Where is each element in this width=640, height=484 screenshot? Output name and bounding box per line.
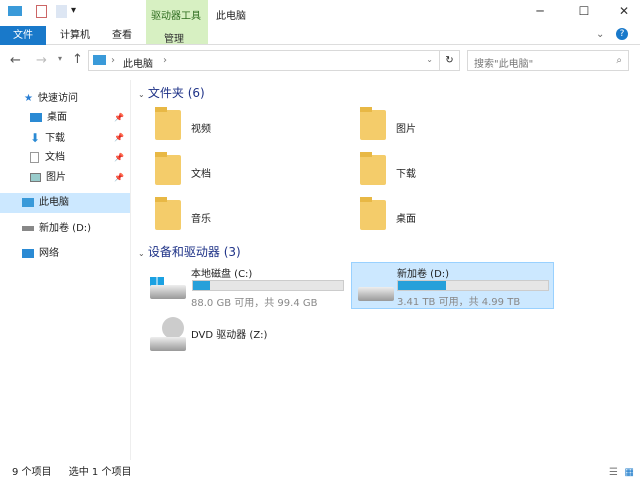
dvd-drive-icon (150, 337, 186, 351)
disc-icon (162, 317, 184, 339)
sidebar-label: 图片 (46, 172, 66, 183)
folder-label: 音乐 (191, 214, 211, 225)
folder-music[interactable]: 音乐 (155, 197, 355, 236)
folder-label: 下载 (396, 169, 416, 180)
drive-name: 本地磁盘 (C:) (191, 269, 253, 280)
drive-space: 3.41 TB 可用，共 4.99 TB (397, 297, 521, 308)
large-icons-view-button[interactable]: ▦ (625, 462, 634, 484)
folder-videos[interactable]: 视频 (155, 107, 355, 146)
sidebar-item-this-pc[interactable]: 此电脑 (0, 193, 130, 213)
tab-computer[interactable]: 计算机 (52, 26, 98, 45)
search-icon: ⌕ (616, 55, 622, 66)
pin-icon[interactable]: 📌 (114, 168, 124, 188)
pin-icon[interactable]: 📌 (114, 128, 124, 148)
context-tab-label: 驱动器工具 (151, 11, 201, 22)
sidebar-item-documents[interactable]: 文档 📌 (0, 148, 130, 168)
hard-drive-icon (358, 287, 394, 301)
tab-file[interactable]: 文件 (0, 26, 46, 45)
pin-icon[interactable]: 📌 (114, 108, 124, 128)
folder-label: 桌面 (396, 214, 416, 225)
folder-label: 视频 (191, 124, 211, 135)
hard-drive-icon (150, 285, 186, 299)
folder-documents[interactable]: 文档 (155, 152, 355, 191)
sidebar-label: 快速访问 (38, 93, 78, 104)
minimize-button[interactable]: ─ (530, 4, 550, 18)
drive-space: 88.0 GB 可用，共 99.4 GB (191, 298, 318, 309)
sidebar-item-network[interactable]: 网络 (0, 244, 130, 264)
maximize-button[interactable]: ☐ (574, 4, 594, 18)
pin-icon[interactable]: 📌 (114, 148, 124, 168)
ribbon-expand-icon[interactable]: ⌄ (596, 29, 604, 40)
item-count: 9 个项目 (12, 467, 52, 478)
drive-name: DVD 驱动器 (Z:) (191, 330, 268, 341)
address-bar[interactable]: › 此电脑 › ⌄ (88, 50, 440, 71)
folder-pictures[interactable]: 图片 (360, 107, 560, 146)
document-icon (30, 151, 39, 163)
address-dropdown-icon[interactable]: ⌄ (426, 55, 433, 64)
downloads-folder-icon (360, 152, 386, 185)
folder-desktop[interactable]: 桌面 (360, 197, 560, 236)
recent-dropdown[interactable]: ▾ (58, 54, 62, 63)
desktop-folder-icon (360, 197, 386, 230)
sidebar-label: 下载 (45, 133, 66, 144)
folder-label: 图片 (396, 124, 416, 135)
navigation-pane: ★ 快速访问 桌面 📌 ⬇ 下载 📌 文档 📌 图片 📌 此电脑 新加卷 (D:) 网络 (0, 80, 131, 460)
drive-usage-bar (397, 280, 549, 291)
sidebar-label: 网络 (39, 248, 59, 259)
computer-icon (8, 6, 22, 16)
documents-folder-icon (155, 152, 181, 185)
properties-icon[interactable] (36, 5, 47, 18)
folders-header[interactable]: ⌄ 文件夹 (6) (138, 84, 205, 101)
computer-icon (22, 197, 34, 207)
section-title: 设备和驱动器 (3) (147, 245, 241, 259)
section-title: 文件夹 (6) (147, 86, 205, 100)
sidebar-item-desktop[interactable]: 桌面 📌 (0, 108, 130, 128)
details-view-button[interactable]: ☰ (609, 462, 618, 484)
music-folder-icon (155, 197, 181, 230)
videos-folder-icon (155, 107, 181, 140)
search-input[interactable]: 搜索"此电脑" ⌕ (467, 50, 629, 71)
refresh-button[interactable]: ↻ (440, 50, 460, 71)
sidebar-label: 桌面 (47, 112, 67, 123)
computer-icon (93, 55, 106, 65)
folder-label: 文档 (191, 169, 211, 180)
customize-toolbar-icon[interactable]: ▾ (71, 5, 76, 16)
chevron-right-icon[interactable]: › (163, 55, 167, 66)
drive-d-selected[interactable]: 新加卷 (D:) 3.41 TB 可用，共 4.99 TB (351, 262, 554, 309)
pictures-folder-icon (360, 107, 386, 140)
drive-dvd[interactable]: DVD 驱动器 (Z:) (142, 317, 342, 361)
drive-usage-bar (192, 280, 344, 291)
window-title: 此电脑 (216, 11, 246, 22)
close-button[interactable]: ✕ (614, 4, 634, 18)
selected-count: 选中 1 个项目 (68, 467, 132, 478)
devices-header[interactable]: ⌄ 设备和驱动器 (3) (138, 243, 241, 260)
up-button[interactable]: ↑ (72, 52, 83, 67)
forward-button[interactable]: → (36, 53, 47, 68)
new-folder-icon[interactable] (56, 5, 67, 18)
ribbon-tabs: 文件 计算机 查看 ⌄ ? (0, 26, 640, 45)
pictures-icon (30, 172, 41, 182)
back-button[interactable]: ← (10, 53, 21, 68)
sidebar-item-drive-d[interactable]: 新加卷 (D:) (0, 219, 130, 239)
drive-name: 新加卷 (D:) (397, 269, 450, 280)
sidebar-item-quick-access[interactable]: ★ 快速访问 (0, 89, 130, 109)
sidebar-item-downloads[interactable]: ⬇ 下载 📌 (0, 128, 130, 148)
download-icon: ⬇ (30, 131, 41, 145)
sidebar-label: 新加卷 (D:) (39, 223, 92, 234)
help-icon[interactable]: ? (616, 28, 628, 40)
sidebar-label: 文档 (45, 152, 65, 163)
drive-c[interactable]: 本地磁盘 (C:) 88.0 GB 可用，共 99.4 GB (142, 263, 344, 309)
network-icon (22, 248, 34, 258)
search-placeholder: 搜索"此电脑" (474, 59, 534, 70)
chevron-right-icon: › (111, 55, 115, 66)
tab-view[interactable]: 查看 (104, 26, 140, 45)
title-bar: ▾ 驱动器工具 管理 此电脑 ─ ☐ ✕ (0, 0, 640, 45)
status-bar: 9 个项目 选中 1 个项目 ☰ ▦ (0, 462, 640, 484)
folder-downloads[interactable]: 下载 (360, 152, 560, 191)
drive-icon (22, 225, 34, 231)
sidebar-label: 此电脑 (39, 197, 69, 208)
sidebar-item-pictures[interactable]: 图片 📌 (0, 168, 130, 188)
desktop-icon (30, 112, 42, 122)
breadcrumb-this-pc[interactable]: 此电脑 (123, 55, 153, 70)
